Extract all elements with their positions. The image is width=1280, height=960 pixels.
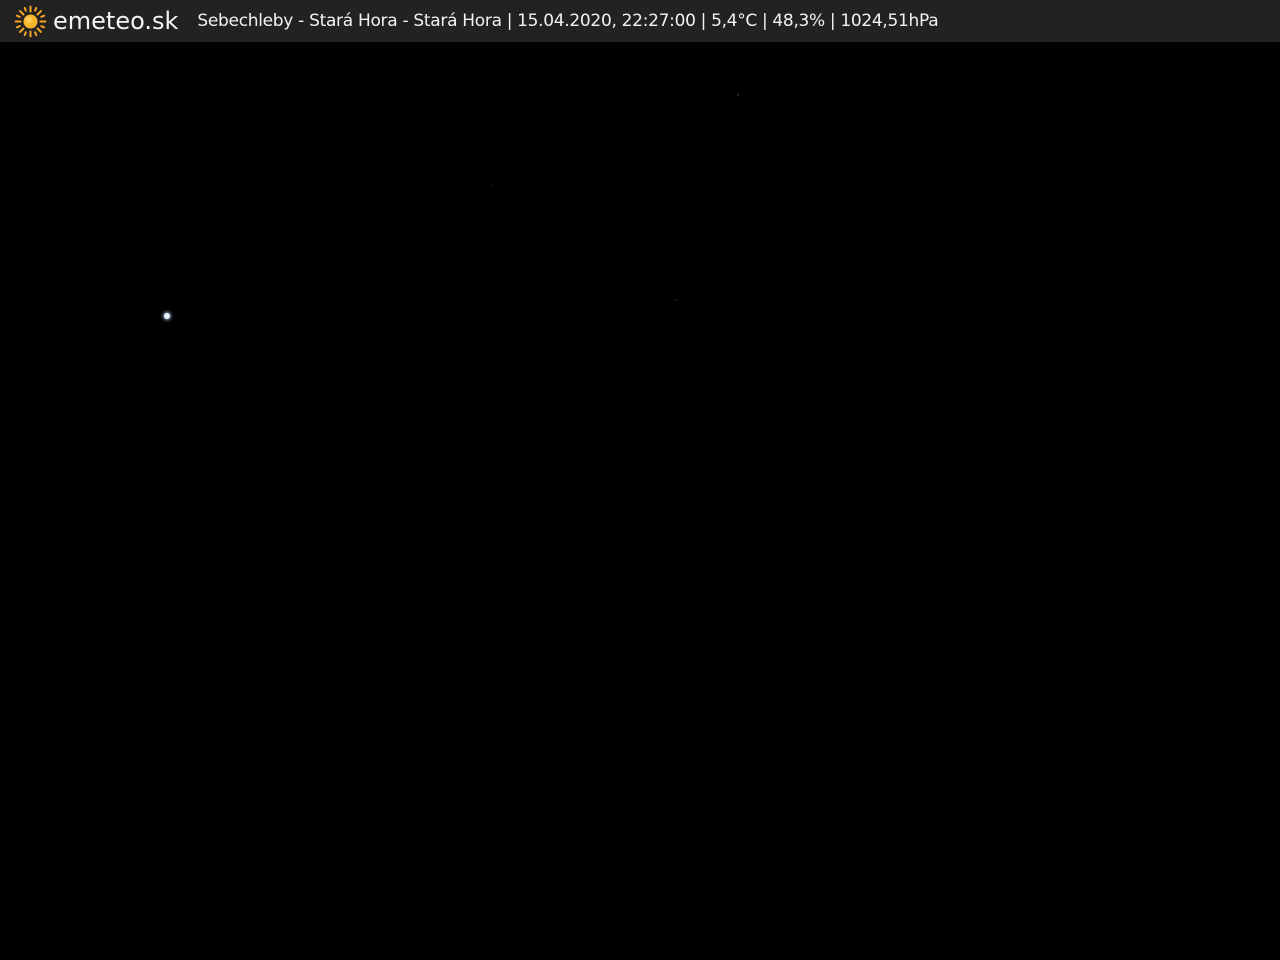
pressure: 1024,51hPa (840, 11, 939, 31)
separator: | (506, 11, 513, 31)
brand-logo: emeteo.sk (14, 0, 178, 42)
webcam-image (0, 42, 1280, 960)
separator: | (700, 11, 707, 31)
bright-star (164, 313, 170, 319)
temperature: 5,4°C (711, 11, 757, 31)
faint-star (737, 94, 739, 96)
datetime: 15.04.2020, 22:27:00 (517, 11, 696, 31)
webcam-frame: emeteo.sk Sebechleby - Stará Hora - Star… (0, 0, 1280, 960)
station-name: Sebechleby - Stará Hora - Stará Hora (197, 11, 502, 31)
faint-star (491, 185, 493, 187)
separator: | (761, 11, 768, 31)
sun-icon (14, 5, 47, 37)
station-caption: Sebechleby - Stará Hora - Stará Hora | 15.… (197, 11, 938, 31)
faint-star (675, 299, 677, 301)
separator: | (829, 11, 836, 31)
humidity: 48,3% (772, 11, 825, 31)
brand-name: emeteo.sk (53, 7, 179, 35)
caption-bar: emeteo.sk Sebechleby - Stará Hora - Star… (0, 0, 1280, 42)
